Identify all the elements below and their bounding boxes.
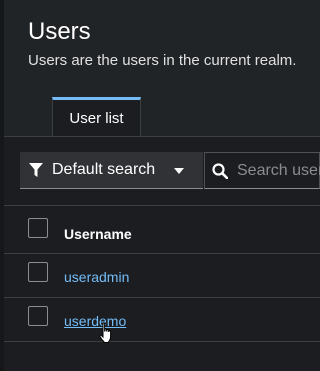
users-page: Users Users are the users in the current… (0, 0, 320, 371)
row-divider (4, 253, 320, 254)
table-top-divider (4, 205, 320, 206)
row-divider (4, 297, 320, 298)
tab-user-list-label: User list (69, 110, 124, 127)
tab-user-list[interactable]: User list (52, 97, 141, 137)
filter-icon (29, 163, 43, 177)
page-title: Users (28, 18, 91, 45)
row-checkbox[interactable] (28, 262, 48, 282)
select-all-checkbox[interactable] (28, 218, 48, 238)
search-input[interactable]: Search user (204, 152, 320, 189)
row-checkbox[interactable] (28, 306, 48, 326)
search-icon (212, 163, 228, 179)
row-divider (4, 341, 320, 342)
table-toolbar: Default search Search user (20, 152, 320, 189)
tabs-divider (4, 136, 320, 137)
pointer-cursor-icon (99, 322, 112, 343)
search-placeholder: Search user (237, 162, 320, 179)
column-header-username[interactable]: Username (64, 226, 132, 242)
search-type-label: Default search (52, 161, 156, 178)
caret-down-icon (174, 168, 184, 174)
page-description: Users are the users in the current realm… (28, 52, 297, 69)
username-link[interactable]: userdemo (64, 313, 126, 329)
username-link[interactable]: useradmin (64, 269, 129, 285)
search-type-dropdown[interactable]: Default search (20, 152, 203, 189)
